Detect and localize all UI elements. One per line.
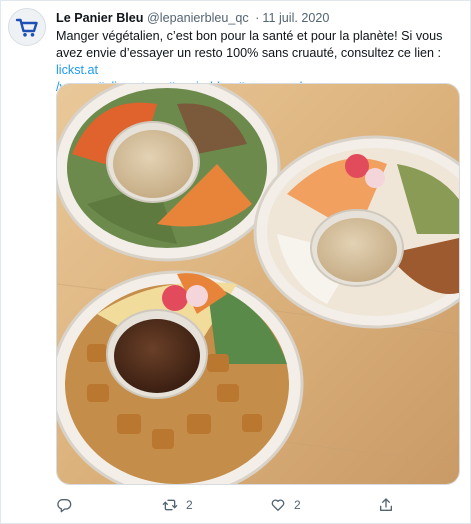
avatar[interactable] <box>8 8 46 46</box>
tweet-link[interactable]: lickst.at <box>56 63 98 77</box>
reply-button[interactable] <box>56 495 72 515</box>
reply-icon <box>57 499 72 513</box>
retweet-count: 2 <box>186 498 193 512</box>
like-button[interactable]: 2 <box>270 495 301 515</box>
tweet-body: Manger végétalien, c’est bon pour la san… <box>56 29 443 60</box>
retweet-button[interactable]: 2 <box>162 495 193 515</box>
separator: · <box>255 11 260 25</box>
author-handle[interactable]: @lepanierbleu_qc <box>147 11 249 25</box>
like-count: 2 <box>294 498 301 512</box>
heart-icon <box>271 499 285 511</box>
retweet-icon <box>162 499 178 511</box>
tweet-photo[interactable] <box>56 83 460 485</box>
share-icon <box>380 498 392 511</box>
tweet-card[interactable]: Le Panier Bleu @lepanierbleu_qc · 11 juil… <box>0 0 471 524</box>
tweet-actions: 2 2 <box>56 495 460 515</box>
share-button[interactable] <box>378 495 394 515</box>
author-name[interactable]: Le Panier Bleu <box>56 11 144 25</box>
shopping-cart-icon <box>15 18 38 37</box>
food-photo-illustration <box>57 84 459 484</box>
tweet-date[interactable]: 11 juil. 2020 <box>262 11 329 25</box>
tweet-header: Le Panier Bleu @lepanierbleu_qc · 11 juil… <box>56 9 329 27</box>
